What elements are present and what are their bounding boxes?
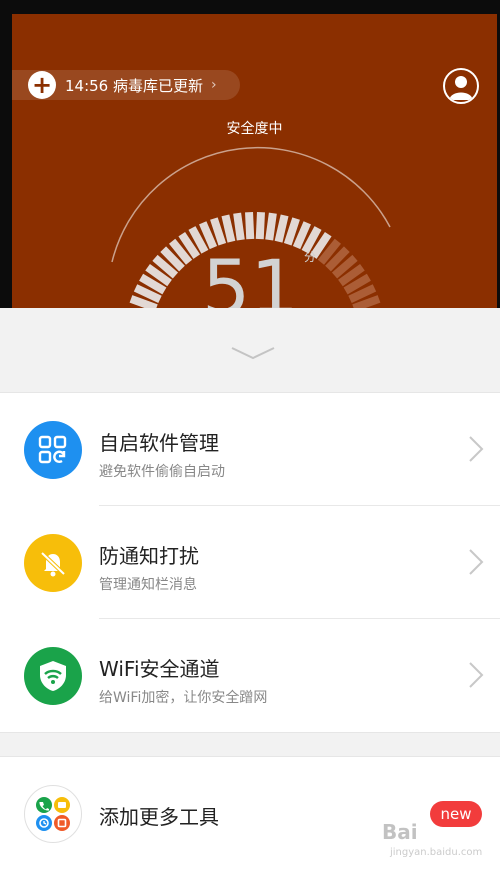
gauge-tick — [283, 217, 300, 246]
tool-title: 自启软件管理 — [99, 431, 219, 455]
gauge-tick — [233, 212, 245, 241]
security-dashboard: + 14:56 病毒库已更新 › 安全度中 51 分 — [12, 14, 497, 310]
bell-off-icon — [24, 534, 82, 592]
tool-row-autostart[interactable]: 自启软件管理 避免软件偷偷自启动 — [0, 393, 500, 506]
tool-row-wifi-secure[interactable]: WiFi安全通道 给WiFi加密，让你安全蹭网 — [0, 619, 500, 732]
chevron-right-icon: › — [211, 77, 217, 93]
gauge-tick — [129, 295, 158, 310]
virus-db-update-banner[interactable]: + 14:56 病毒库已更新 › — [12, 70, 240, 100]
gauge-tick — [210, 217, 227, 246]
more-tools-icon — [24, 785, 82, 843]
chevron-right-icon — [469, 662, 484, 688]
safety-score: 51 — [202, 243, 299, 311]
wifi-shield-icon — [24, 647, 82, 705]
plus-icon: + — [28, 71, 56, 99]
tool-subtitle: 管理通知栏消息 — [99, 577, 197, 593]
tool-subtitle: 避免软件偷偷自启动 — [99, 464, 225, 480]
gauge-tick — [265, 212, 277, 241]
gauge-tick — [245, 211, 255, 240]
tools-sheet: 自启软件管理 避免软件偷偷自启动 防通知打扰 管理通知栏消息 WiFi安全通道 … — [0, 308, 500, 870]
user-icon — [449, 76, 473, 100]
safety-level-label: 安全度中 — [226, 121, 283, 137]
tool-title: 防通知打扰 — [99, 544, 199, 568]
gauge-tick — [274, 214, 289, 243]
watermark-url: jingyan.baidu.com — [390, 847, 483, 858]
add-more-tools-row[interactable]: 添加更多工具 new Bai jingyan.baidu.com — [0, 756, 500, 870]
more-tools-title: 添加更多工具 — [99, 805, 219, 829]
tool-subtitle: 给WiFi加密，让你安全蹭网 — [99, 690, 268, 706]
tool-row-notification-block[interactable]: 防通知打扰 管理通知栏消息 — [0, 506, 500, 619]
tools-list: 自启软件管理 避免软件偷偷自启动 防通知打扰 管理通知栏消息 WiFi安全通道 … — [0, 392, 500, 733]
gauge-tick — [255, 211, 265, 240]
gauge-tick — [352, 295, 381, 310]
new-badge: new — [430, 801, 482, 827]
update-status-text: 14:56 病毒库已更新 — [65, 76, 203, 95]
score-unit: 分 — [304, 250, 317, 264]
chevron-down-icon[interactable] — [230, 346, 276, 360]
tool-title: WiFi安全通道 — [99, 657, 220, 681]
user-avatar-button[interactable] — [443, 68, 479, 104]
chevron-right-icon — [469, 436, 484, 462]
apps-grid-icon — [24, 421, 82, 479]
top-frame: + 14:56 病毒库已更新 › 安全度中 51 分 — [0, 0, 500, 310]
chevron-right-icon — [469, 549, 484, 575]
gauge-tick — [221, 214, 236, 243]
watermark-logo: Bai — [382, 820, 418, 844]
